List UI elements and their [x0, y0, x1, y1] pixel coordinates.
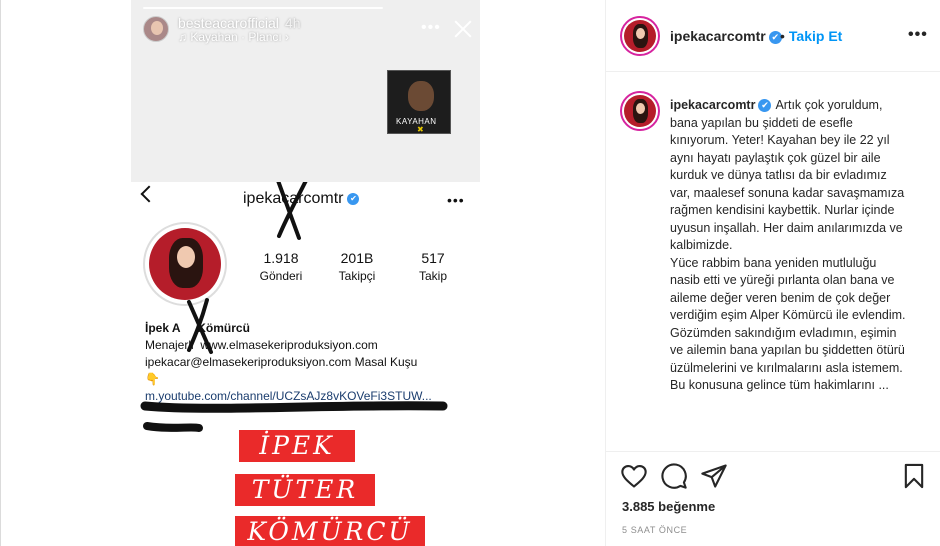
screenshot-profile-username-text: ipekacarcomtr — [243, 190, 344, 207]
stat-followers-num: 201B — [340, 250, 374, 266]
caption-body: Artık çok yoruldum, bana yapılan bu şidd… — [670, 98, 906, 392]
more-options-icon[interactable]: ••• — [908, 26, 928, 44]
caption-avatar[interactable] — [620, 91, 660, 131]
post-media: besteacarofficial 4h ♫ Kayahan · Plancı ›… — [2, 0, 605, 546]
story-close-icon — [454, 20, 472, 38]
stat-posts-label: Gönderi — [259, 269, 303, 283]
caption-username[interactable]: ipekacarcomtr — [670, 98, 755, 112]
comment-icon[interactable] — [660, 462, 688, 490]
header-username-text[interactable]: ipekacarcomtr — [670, 28, 766, 44]
story-avatar — [143, 16, 169, 42]
follow-label[interactable]: Takip Et — [789, 28, 842, 44]
stat-posts-num: 1.918 — [263, 250, 299, 266]
likes-count[interactable]: 3.885 beğenme — [622, 499, 715, 514]
story-progress-bar — [143, 7, 383, 9]
album-cover: KAYAHAN ✖ — [387, 70, 451, 134]
follow-button[interactable]: • Takip Et — [780, 28, 842, 44]
stat-following-num: 517 — [421, 250, 445, 266]
story-time: 4h — [284, 15, 301, 31]
story-username: besteacarofficial 4h — [178, 15, 301, 31]
screenshot-profile: ipekacarcomtr ✔ ••• 1.918 Gönderi 201B Ta… — [131, 182, 480, 546]
bio-name: İpek A Kömürcü — [145, 321, 250, 335]
back-arrow-icon — [140, 185, 158, 203]
post-time[interactable]: 5 SAAT ÖNCE — [622, 525, 687, 535]
screenshot-profile-picture — [143, 222, 227, 306]
bio-link: m.youtube.com/channel/UCZsAJz8vKOVeFi3ST… — [145, 389, 432, 403]
header-username[interactable]: ipekacarcomtr ✔ — [670, 28, 782, 44]
story-more-icon: ••• — [421, 19, 441, 36]
share-icon[interactable] — [700, 462, 728, 490]
banner-3: KÖMÜRCÜ — [235, 516, 425, 546]
stat-following-label: Takip — [418, 269, 447, 283]
stat-posts: 1.918 Gönderi — [243, 250, 319, 283]
stat-followers: 201B Takipçi — [319, 250, 395, 283]
post-modal: besteacarofficial 4h ♫ Kayahan · Plancı ›… — [0, 0, 940, 546]
follow-dot: • — [780, 28, 785, 44]
screenshot-bio: İpek A Kömürcü Menajerli www.elmasekerip… — [145, 320, 475, 405]
post-side-panel: ipekacarcomtr ✔ • Takip Et ••• ipekacarcom… — [605, 0, 940, 546]
bio-line-1: Menajerli www.elmasekeriproduksiyon.com — [145, 338, 378, 352]
heart-icon[interactable] — [620, 462, 648, 490]
story-song: ♫ Kayahan · Plancı › — [178, 30, 290, 44]
bookmark-icon[interactable] — [900, 462, 928, 490]
stat-followers-label: Takipçi — [338, 269, 376, 283]
banner-1: İPEK — [239, 430, 355, 462]
bio-line-2: ipekacar@elmasekeriproduksiyon.com Masal… — [145, 355, 418, 369]
post-header: ipekacarcomtr ✔ • Takip Et ••• — [606, 0, 940, 72]
banner-2: TÜTER — [235, 474, 375, 506]
caption-text: ipekacarcomtr ✔ Artık çok yoruldum, bana y… — [670, 97, 908, 395]
story-screenshot: besteacarofficial 4h ♫ Kayahan · Plancı ›… — [131, 0, 480, 546]
header-avatar[interactable] — [620, 16, 660, 56]
verified-icon: ✔ — [758, 99, 772, 113]
post-actions: 3.885 beğenme 5 SAAT ÖNCE — [606, 451, 940, 546]
bio-emoji: 👇 — [145, 372, 160, 386]
screenshot-profile-stats: 1.918 Gönderi 201B Takipçi 517 Takip — [243, 250, 473, 283]
story-username-text: besteacarofficial — [178, 15, 279, 31]
screenshot-profile-username: ipekacarcomtr ✔ — [243, 190, 360, 208]
screenshot-more-icon: ••• — [447, 192, 465, 208]
stat-following: 517 Takip — [395, 250, 471, 283]
verified-icon: ✔ — [347, 192, 360, 205]
comments-area: ipekacarcomtr ✔ Artık çok yoruldum, bana y… — [606, 73, 940, 451]
